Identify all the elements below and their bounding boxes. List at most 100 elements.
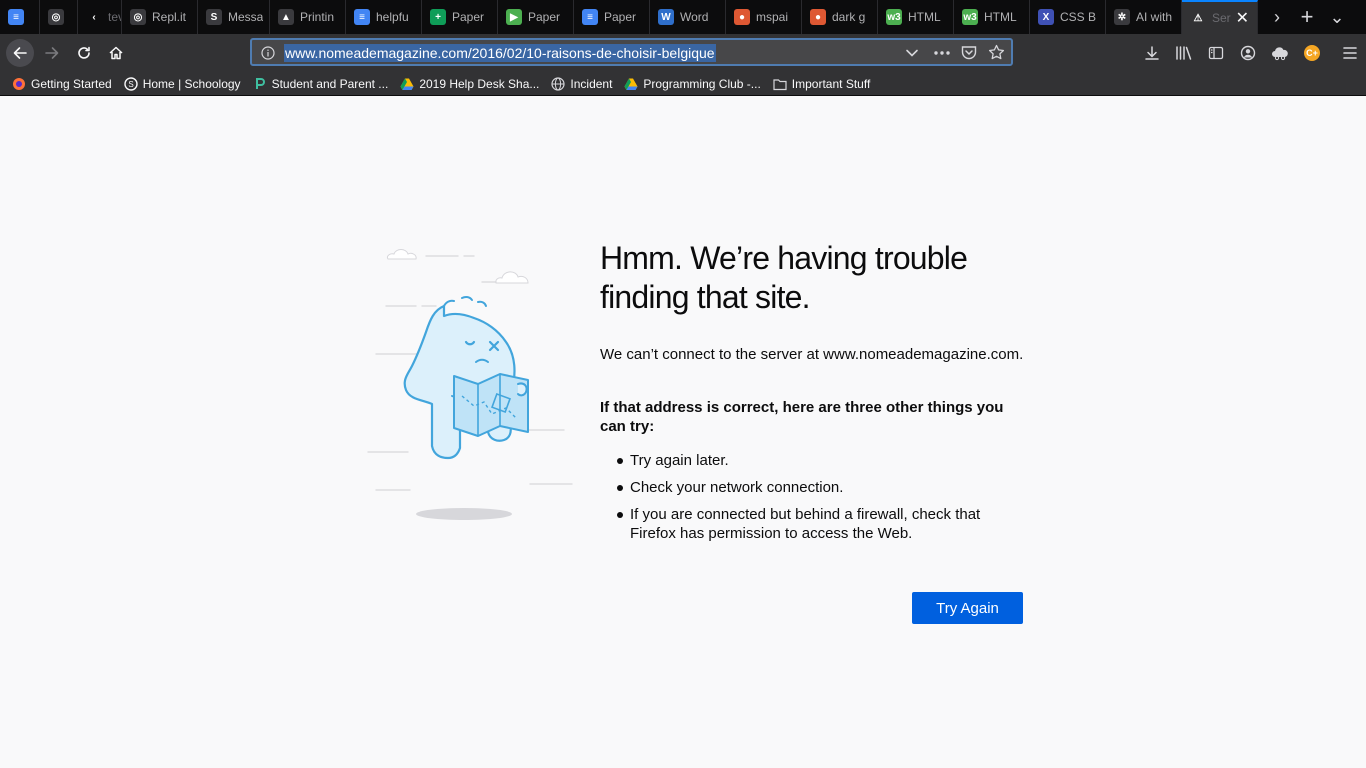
- bookmark-item[interactable]: Programming Club -...: [624, 76, 761, 91]
- bookmark-label: Important Stuff: [791, 76, 871, 91]
- bookmark-label: Home | Schoology: [142, 76, 241, 91]
- tab-active[interactable]: ⚠ Ser ✕: [1182, 0, 1258, 34]
- word-icon: W: [658, 9, 674, 25]
- browser-tab[interactable]: w3 HTML: [878, 0, 954, 34]
- new-tab-icon[interactable]: +: [1292, 0, 1322, 34]
- tab-label: Word: [680, 10, 709, 24]
- page-actions-icon[interactable]: [933, 50, 951, 56]
- powerschool-icon: [253, 77, 267, 91]
- browser-tab[interactable]: S Messa: [198, 0, 270, 34]
- suggestions-header: If that address is correct, here are thr…: [600, 399, 1004, 435]
- duckduckgo-icon: ●: [734, 9, 750, 25]
- tab-strip: ≡ ◎ ‹ tev ◎ Repl.it S Messa ▲ Printin ≡ helpfu + Pape…: [0, 0, 1366, 34]
- folder-icon: [773, 77, 787, 91]
- browser-tab[interactable]: w3 HTML: [954, 0, 1030, 34]
- bookmark-star-icon[interactable]: [988, 44, 1005, 61]
- tab-list-icon[interactable]: ⌄: [1322, 0, 1352, 34]
- lost-monster-illustration: [367, 249, 573, 520]
- browser-tab[interactable]: ◎: [40, 0, 78, 34]
- bookmark-item[interactable]: Incident: [551, 77, 612, 91]
- suggestions-list: Try again later. Check your network conn…: [600, 451, 1030, 551]
- back-arrow-icon: [13, 47, 27, 59]
- bullet-icon: [617, 485, 623, 491]
- duckduckgo-icon: ●: [810, 9, 826, 25]
- library-button[interactable]: [1168, 37, 1200, 69]
- account-icon: [1240, 45, 1256, 61]
- hamburger-menu-icon: [1343, 47, 1357, 59]
- browser-tab[interactable]: ✲ AI with: [1106, 0, 1182, 34]
- google-docs-icon: ≡: [354, 9, 370, 25]
- account-button[interactable]: [1232, 37, 1264, 69]
- replit-icon: ◎: [48, 9, 64, 25]
- google-docs-icon: ≡: [8, 9, 24, 25]
- bookmark-label: Getting Started: [31, 76, 112, 91]
- bookmark-item[interactable]: Important Stuff: [773, 76, 871, 91]
- map-icon: [453, 373, 529, 437]
- clouds-icon: [387, 249, 529, 284]
- url-text[interactable]: www.nomeademagazine.com/2016/02/10-raiso…: [284, 44, 716, 62]
- home-icon: [109, 46, 123, 60]
- downloads-button[interactable]: [1136, 37, 1168, 69]
- browser-tab[interactable]: W Word: [650, 0, 726, 34]
- try-again-button[interactable]: Try Again: [912, 592, 1023, 624]
- navigation-toolbar: www.nomeademagazine.com/2016/02/10-raiso…: [0, 34, 1366, 72]
- browser-tab[interactable]: + Paper: [422, 0, 498, 34]
- tab-label: Paper: [604, 10, 637, 24]
- error-description: We can’t connect to the server at www.no…: [600, 346, 1024, 363]
- browser-tab[interactable]: ‹ tev: [78, 0, 122, 34]
- tab-label: mspai: [756, 10, 789, 24]
- bullet-icon: [617, 512, 623, 518]
- extension-c-button[interactable]: C+: [1296, 37, 1328, 69]
- browser-tab[interactable]: ≡: [0, 0, 40, 34]
- bookmark-item[interactable]: Student and Parent ...: [253, 77, 388, 91]
- site-info-icon[interactable]: [261, 46, 275, 60]
- cloud-extension-icon: [1272, 47, 1288, 61]
- schoology-icon: S: [206, 9, 222, 25]
- x-icon: X: [1038, 9, 1054, 25]
- svg-text:S: S: [128, 80, 133, 89]
- home-button[interactable]: [102, 39, 130, 67]
- back-button[interactable]: [6, 39, 34, 67]
- browser-tab[interactable]: ◎ Repl.it: [122, 0, 198, 34]
- tab-label: AI with: [1136, 10, 1173, 24]
- bookmark-item[interactable]: 2019 Help Desk Sha...: [400, 77, 539, 91]
- pocket-icon[interactable]: [961, 45, 977, 60]
- bookmark-item[interactable]: Getting Started: [12, 77, 112, 91]
- forward-arrow-icon: [45, 47, 59, 59]
- close-tab-icon[interactable]: ✕: [1236, 8, 1249, 28]
- browser-tab[interactable]: ● dark g: [802, 0, 878, 34]
- tab-label: Printin: [300, 10, 335, 24]
- menu-button[interactable]: [1334, 37, 1366, 69]
- back-arrow-icon: ‹: [86, 9, 102, 25]
- browser-tab[interactable]: ▶ Paper: [498, 0, 574, 34]
- browser-tab[interactable]: ≡ Paper: [574, 0, 650, 34]
- extension-button[interactable]: [1264, 37, 1296, 69]
- browser-tab[interactable]: ▲ Printin: [270, 0, 346, 34]
- download-icon: [1145, 46, 1159, 60]
- bookmark-label: Programming Club -...: [643, 76, 761, 91]
- scroll-tabs-right-icon[interactable]: ›: [1262, 0, 1292, 34]
- bookmark-label: 2019 Help Desk Sha...: [419, 76, 540, 91]
- sidebar-button[interactable]: [1200, 37, 1232, 69]
- openai-icon: ✲: [1114, 9, 1130, 25]
- address-bar[interactable]: www.nomeademagazine.com/2016/02/10-raiso…: [250, 38, 1013, 66]
- browser-tab[interactable]: ● mspai: [726, 0, 802, 34]
- warning-icon: ⚠: [1190, 10, 1206, 26]
- bookmark-item[interactable]: S Home | Schoology: [124, 77, 241, 91]
- w3-icon: w3: [962, 9, 978, 25]
- tab-label: Repl.it: [152, 10, 187, 24]
- dropdown-arrow-icon[interactable]: [905, 47, 919, 59]
- tab-label: Ser: [1212, 11, 1231, 25]
- library-icon: [1176, 46, 1192, 60]
- w3-icon: w3: [886, 9, 902, 25]
- forward-button[interactable]: [38, 39, 66, 67]
- bookmark-label: Incident: [570, 76, 613, 91]
- browser-tab[interactable]: ≡ helpfu: [346, 0, 422, 34]
- tab-label: HTML: [984, 10, 1017, 24]
- browser-tab[interactable]: X CSS B: [1030, 0, 1106, 34]
- suggestion-item: Try again later.: [600, 451, 1030, 470]
- suggestion-item: Check your network connection.: [600, 478, 1030, 497]
- reload-icon: [78, 46, 90, 59]
- reload-button[interactable]: [70, 39, 98, 67]
- c-plus-icon: C+: [1304, 45, 1320, 61]
